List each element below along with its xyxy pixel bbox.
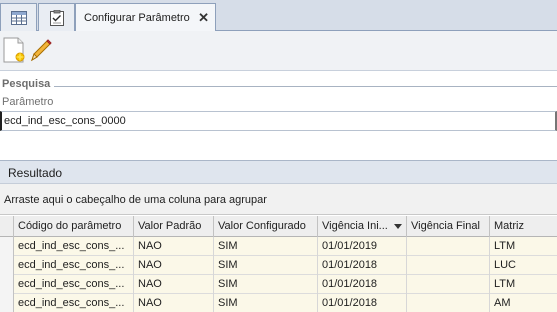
table-row[interactable]: ecd_ind_esc_cons_... NAO SIM 01/01/2018 …	[0, 275, 557, 294]
cell-vigencia-final	[407, 256, 490, 275]
tab-checklist[interactable]	[38, 3, 75, 31]
parametro-label: Parâmetro	[2, 96, 54, 108]
cell-codigo: ecd_ind_esc_cons_...	[14, 275, 134, 294]
row-indicator[interactable]	[0, 275, 14, 294]
cell-vigencia-final	[407, 237, 490, 256]
cell-vigencia-inicial: 01/01/2018	[318, 256, 407, 275]
cell-matriz: LTM	[494, 240, 516, 252]
parametro-input[interactable]	[0, 111, 557, 131]
cell-vigencia-inicial: 01/01/2018	[318, 275, 407, 294]
result-grid: Código do parâmetro Valor Padrão Valor C…	[0, 216, 557, 312]
cell-codigo: ecd_ind_esc_cons_...	[14, 237, 134, 256]
cell-matriz: AM	[494, 297, 511, 309]
group-by-hint: Arraste aqui o cabeçalho de uma coluna p…	[4, 194, 267, 206]
result-header: Resultado	[0, 160, 557, 184]
cell-valor-padrao: NAO	[134, 294, 214, 312]
group-by-panel[interactable]: Arraste aqui o cabeçalho de uma coluna p…	[0, 184, 557, 215]
cell-codigo: ecd_ind_esc_cons_...	[14, 294, 134, 312]
column-header-vigencia-final[interactable]: Vigência Final	[407, 216, 490, 237]
new-document-icon	[3, 37, 25, 63]
cell-vigencia-inicial: 01/01/2019	[318, 237, 407, 256]
cell-valor-configurado: SIM	[214, 275, 318, 294]
search-group-header: Pesquisa	[0, 78, 557, 92]
search-group-title: Pesquisa	[2, 78, 51, 90]
tab-label: Configurar Parâmetro	[84, 12, 190, 24]
cell-vigencia-final	[407, 275, 490, 294]
column-header-vigencia-inicial[interactable]: Vigência Ini...	[318, 216, 407, 237]
cell-vigencia-final	[407, 294, 490, 312]
close-icon[interactable]: ✕	[198, 10, 209, 26]
cell-matriz: LTM	[494, 278, 516, 290]
table-row[interactable]: ecd_ind_esc_cons_... NAO SIM 01/01/2018 …	[0, 256, 557, 275]
column-header-valor-padrao[interactable]: Valor Padrão	[134, 216, 214, 237]
cell-valor-padrao: NAO	[134, 256, 214, 275]
pencil-icon	[31, 39, 52, 62]
cell-valor-configurado: SIM	[214, 237, 318, 256]
clipboard-check-icon	[49, 9, 64, 26]
search-panel: Pesquisa Parâmetro	[0, 72, 557, 160]
sort-descending-icon	[394, 224, 402, 229]
column-header-valor-configurado[interactable]: Valor Configurado	[214, 216, 318, 237]
tab-grid-view[interactable]	[0, 3, 37, 31]
row-indicator[interactable]	[0, 237, 14, 256]
table-row[interactable]: ecd_ind_esc_cons_... NAO SIM 01/01/2019 …	[0, 237, 557, 256]
cell-matriz: LUC	[494, 259, 517, 271]
edit-button[interactable]	[27, 35, 53, 65]
row-indicator-header	[0, 216, 14, 237]
row-indicator[interactable]	[0, 256, 14, 275]
group-divider	[54, 86, 557, 87]
grid-table-icon	[10, 10, 27, 25]
cell-codigo: ecd_ind_esc_cons_...	[14, 256, 134, 275]
column-header-matriz[interactable]: Matriz	[490, 216, 557, 237]
toolbar	[0, 31, 557, 71]
grid-header: Código do parâmetro Valor Padrão Valor C…	[0, 216, 557, 237]
cell-valor-padrao: NAO	[134, 275, 214, 294]
cell-valor-configurado: SIM	[214, 294, 318, 312]
tab-strip: Configurar Parâmetro ✕	[0, 0, 557, 32]
table-row[interactable]: ecd_ind_esc_cons_... NAO SIM 01/01/2018 …	[0, 294, 557, 312]
cell-vigencia-inicial: 01/01/2018	[318, 294, 407, 312]
cell-valor-padrao: NAO	[134, 237, 214, 256]
row-indicator[interactable]	[0, 294, 14, 312]
column-header-vigencia-inicial-label: Vigência Ini...	[322, 220, 388, 232]
tab-configurar-parametro[interactable]: Configurar Parâmetro ✕	[75, 3, 216, 32]
cell-valor-configurado: SIM	[214, 256, 318, 275]
column-header-codigo[interactable]: Código do parâmetro	[14, 216, 134, 237]
result-title: Resultado	[8, 166, 63, 180]
new-button[interactable]	[1, 35, 27, 65]
